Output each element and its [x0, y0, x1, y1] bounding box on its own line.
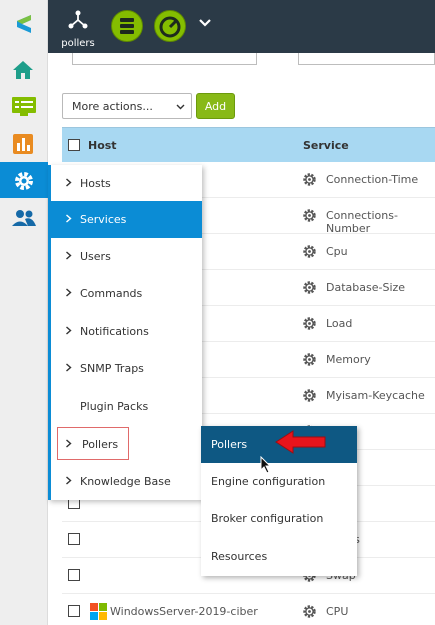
red-arrow-annotation-icon — [275, 430, 326, 454]
chevron-right-icon — [66, 251, 72, 260]
submenu-item-pollers[interactable]: Pollers — [57, 427, 129, 460]
service-gear-icon — [303, 281, 316, 294]
select-all-checkbox[interactable] — [68, 139, 80, 151]
submenu2-item-label: Resources — [211, 550, 268, 563]
service-column-header[interactable]: Service — [303, 139, 349, 152]
submenu-item-notifications[interactable]: Notifications — [51, 313, 202, 350]
service-name[interactable]: Memory — [326, 353, 371, 366]
submenu-item-label: Pollers — [82, 438, 119, 451]
administration-nav-item[interactable] — [0, 200, 48, 236]
service-filter-input[interactable] — [298, 53, 435, 65]
submenu-item-hosts[interactable]: Hosts — [51, 165, 202, 202]
chevron-right-icon — [66, 363, 72, 372]
submenu-item-label: SNMP Traps — [80, 362, 144, 375]
service-name[interactable]: Database-Size — [326, 281, 405, 294]
service-name[interactable]: Load — [326, 317, 352, 330]
host-name[interactable]: WindowsServer-2019-ciber — [110, 605, 258, 618]
host-filter-input[interactable] — [72, 53, 257, 65]
submenu-item-label: Services — [80, 213, 127, 226]
chevron-down-icon — [176, 104, 185, 110]
submenu-item-commands[interactable]: Commands — [51, 275, 202, 312]
submenu2-item-label: Engine configuration — [211, 475, 326, 488]
submenu-item-users[interactable]: Users — [51, 238, 202, 275]
submenu2-item-label: Pollers — [211, 438, 248, 451]
submenu2-item-engine-configuration[interactable]: Engine configuration — [201, 463, 357, 500]
service-name[interactable]: CPU — [326, 605, 348, 618]
submenu-item-plugin-packs[interactable]: Plugin Packs — [51, 388, 202, 425]
table-row[interactable]: WindowsServer-2019-ciber CPU — [62, 594, 435, 625]
submenu2-item-resources[interactable]: Resources — [201, 538, 357, 575]
pollers-label: pollers — [61, 38, 95, 49]
configuration-submenu: Hosts Services Users Commands Notificati… — [48, 165, 202, 500]
service-name[interactable]: Connection-Time — [326, 173, 418, 186]
service-gear-icon — [303, 353, 316, 366]
service-name[interactable]: Connections-Number — [326, 209, 435, 235]
submenu-item-label: Knowledge Base — [80, 475, 171, 488]
more-actions-value: More actions... — [72, 100, 153, 113]
centreon-logo-icon[interactable] — [9, 9, 39, 39]
reporting-nav-item[interactable] — [0, 126, 48, 162]
service-gear-icon — [303, 173, 316, 186]
host-column-header[interactable]: Host — [88, 139, 117, 152]
chevron-right-icon — [66, 214, 72, 223]
chevron-right-icon — [66, 178, 72, 187]
top-header-bar: pollers — [48, 0, 435, 53]
service-name[interactable]: Cpu — [326, 245, 348, 258]
submenu-item-knowledge-base[interactable]: Knowledge Base — [51, 463, 202, 500]
row-checkbox[interactable] — [68, 533, 80, 545]
more-actions-select[interactable]: More actions... — [62, 93, 192, 119]
filter-bar — [62, 53, 435, 67]
network-nodes-icon — [68, 10, 88, 29]
submenu-item-services[interactable]: Services — [51, 201, 202, 238]
monitoring-icon — [12, 97, 36, 116]
submenu2-item-label: Broker configuration — [211, 512, 324, 525]
submenu-item-snmp-traps[interactable]: SNMP Traps — [51, 350, 202, 387]
performance-status-button[interactable] — [154, 10, 186, 42]
submenu-item-label: Plugin Packs — [80, 400, 149, 413]
home-nav-item[interactable] — [0, 52, 48, 88]
gauge-icon — [159, 16, 181, 38]
gear-icon — [15, 172, 33, 190]
row-checkbox[interactable] — [68, 569, 80, 581]
submenu2-item-broker-configuration[interactable]: Broker configuration — [201, 500, 357, 537]
submenu-item-label: Commands — [80, 287, 143, 300]
row-checkbox[interactable] — [68, 605, 80, 617]
submenu-item-label: Notifications — [80, 325, 149, 338]
chevron-right-icon — [66, 439, 72, 448]
service-gear-icon — [303, 605, 316, 618]
service-name[interactable]: Myisam-Keycache — [326, 389, 425, 402]
chevron-right-icon — [66, 476, 72, 485]
windows-icon — [90, 603, 107, 620]
left-navigation — [0, 0, 48, 625]
table-header: Host Service — [62, 127, 435, 162]
service-gear-icon — [303, 245, 316, 258]
submenu-item-label: Hosts — [80, 177, 111, 190]
service-gear-icon — [303, 209, 316, 222]
service-gear-icon — [303, 389, 316, 402]
service-gear-icon — [303, 317, 316, 330]
add-button[interactable]: Add — [196, 93, 235, 119]
chevron-right-icon — [66, 288, 72, 297]
database-icon — [120, 18, 134, 34]
database-status-button[interactable] — [111, 10, 143, 42]
submenu-item-label: Users — [80, 250, 111, 263]
users-icon — [12, 210, 36, 226]
chevron-down-icon[interactable] — [198, 16, 212, 30]
pollers-status-button[interactable]: pollers — [58, 6, 98, 50]
reporting-icon — [13, 134, 33, 154]
home-icon — [13, 61, 33, 79]
chevron-right-icon — [66, 326, 72, 335]
mouse-cursor-icon — [260, 456, 272, 474]
configuration-nav-item[interactable] — [0, 162, 48, 198]
monitoring-nav-item[interactable] — [0, 88, 48, 124]
